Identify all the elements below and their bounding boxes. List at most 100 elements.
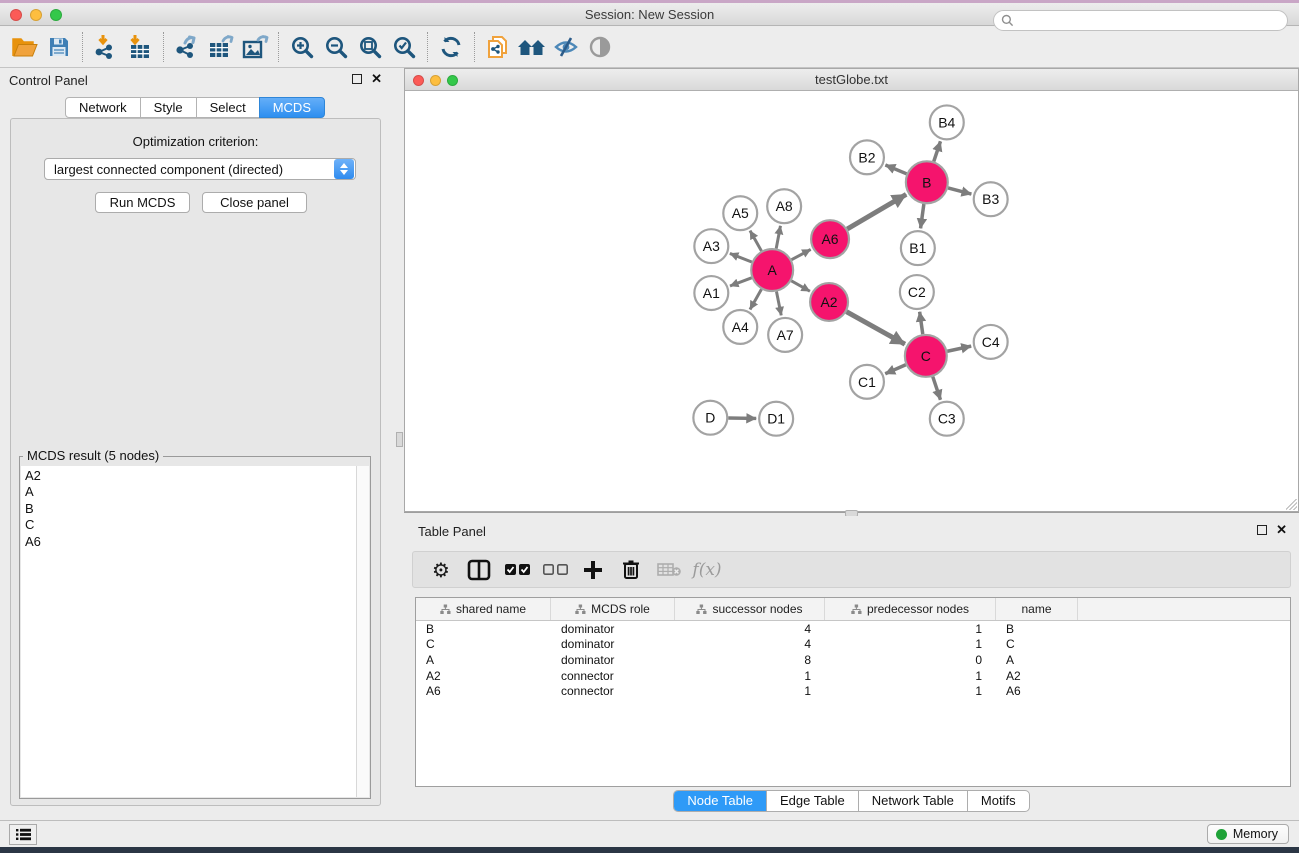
tab-motifs[interactable]: Motifs [967, 791, 1029, 811]
optimization-criterion-select[interactable]: largest connected component (directed) [44, 158, 356, 180]
tab-select[interactable]: Select [196, 97, 260, 118]
table-cell[interactable]: A6 [416, 684, 551, 698]
import-network-button[interactable] [89, 31, 123, 63]
graph-edge-B-B3[interactable] [948, 188, 971, 194]
graph-node-B[interactable]: B [906, 161, 948, 203]
tab-edge-table[interactable]: Edge Table [766, 791, 858, 811]
graph-node-C3[interactable]: C3 [930, 402, 964, 436]
export-network-button[interactable] [170, 31, 204, 63]
column-header-name[interactable]: name [996, 598, 1078, 620]
first-neighbors-button[interactable] [515, 31, 549, 63]
open-file-button[interactable] [8, 31, 42, 63]
table-cell[interactable]: 1 [675, 684, 825, 698]
show-all-button[interactable] [583, 31, 617, 63]
search-box[interactable] [993, 10, 1288, 31]
tab-style[interactable]: Style [140, 97, 197, 118]
save-session-button[interactable] [42, 31, 76, 63]
delete-column-button[interactable] [619, 557, 643, 583]
table-cell[interactable]: 4 [675, 637, 825, 651]
graph-node-B2[interactable]: B2 [850, 140, 884, 174]
graph-node-B4[interactable]: B4 [930, 105, 964, 139]
graph-edge-A2-C[interactable] [846, 312, 904, 345]
network-canvas[interactable]: B4B2BB3A8A5A6A3B1AA1C2A2A4A7C4CC1C3DD1 [405, 91, 1298, 511]
table-cell[interactable]: C [416, 637, 551, 651]
table-cell[interactable]: A [996, 653, 1078, 667]
tab-network[interactable]: Network [65, 97, 141, 118]
new-network-from-selection-button[interactable] [481, 31, 515, 63]
graph-edge-A-A5[interactable] [750, 231, 761, 251]
table-cell[interactable]: 4 [675, 622, 825, 636]
window-resize-grip[interactable] [1286, 499, 1297, 510]
graph-edge-A-A1[interactable] [730, 278, 752, 286]
refresh-button[interactable] [434, 31, 468, 63]
column-header-predecessor-nodes[interactable]: predecessor nodes [825, 598, 996, 620]
mcds-result-item[interactable]: A [25, 484, 356, 500]
mcds-result-scrollbar[interactable] [356, 466, 369, 797]
table-cell[interactable]: 1 [825, 684, 996, 698]
zoom-fit-button[interactable] [353, 31, 387, 63]
graph-edge-A-A3[interactable] [730, 253, 752, 262]
deselect-all-button[interactable] [543, 557, 567, 583]
graph-node-A[interactable]: A [751, 249, 793, 291]
graph-node-C4[interactable]: C4 [974, 325, 1008, 359]
mcds-result-item[interactable]: A6 [25, 534, 356, 550]
vertical-splitter-handle[interactable] [396, 432, 403, 447]
tab-mcds[interactable]: MCDS [259, 97, 325, 118]
table-cell[interactable]: 1 [675, 669, 825, 683]
table-cell[interactable]: 8 [675, 653, 825, 667]
graph-edge-C-C2[interactable] [920, 312, 923, 334]
table-cell[interactable]: A6 [996, 684, 1078, 698]
close-panel-icon[interactable]: ✕ [371, 74, 382, 84]
search-input[interactable] [1014, 12, 1287, 29]
column-header-successor-nodes[interactable]: successor nodes [675, 598, 825, 620]
column-header-MCDS-role[interactable]: MCDS role [551, 598, 675, 620]
table-cell[interactable]: A2 [416, 669, 551, 683]
memory-button[interactable]: Memory [1207, 824, 1289, 844]
table-cell[interactable]: 0 [825, 653, 996, 667]
table-cell[interactable]: A [416, 653, 551, 667]
graph-node-C1[interactable]: C1 [850, 365, 884, 399]
graph-node-D[interactable]: D [693, 401, 727, 435]
table-cell[interactable]: B [996, 622, 1078, 636]
graph-edge-A-A6[interactable] [792, 249, 811, 259]
table-cell[interactable]: A2 [996, 669, 1078, 683]
graph-edge-B-B2[interactable] [885, 165, 906, 174]
graph-node-A5[interactable]: A5 [723, 196, 757, 230]
mcds-result-item[interactable]: C [25, 517, 356, 533]
table-cell[interactable]: dominator [551, 653, 675, 667]
graph-node-D1[interactable]: D1 [759, 402, 793, 436]
close-panel-button[interactable]: Close panel [202, 192, 307, 213]
table-cell[interactable]: 1 [825, 637, 996, 651]
graph-node-C[interactable]: C [905, 335, 947, 377]
graph-edge-C-C4[interactable] [947, 346, 971, 351]
graph-edge-A-A4[interactable] [750, 289, 761, 309]
table-cell[interactable]: dominator [551, 637, 675, 651]
graph-node-C2[interactable]: C2 [900, 275, 934, 309]
table-cell[interactable]: connector [551, 684, 675, 698]
graph-edge-A-A7[interactable] [776, 292, 781, 316]
split-view-button[interactable] [467, 557, 491, 583]
graph-node-A4[interactable]: A4 [723, 310, 757, 344]
graph-node-A7[interactable]: A7 [768, 318, 802, 352]
table-cell[interactable]: dominator [551, 622, 675, 636]
graph-node-A2[interactable]: A2 [810, 283, 848, 321]
add-column-button[interactable] [581, 557, 605, 583]
graph-node-B1[interactable]: B1 [901, 231, 935, 265]
select-all-button[interactable] [505, 557, 529, 583]
network-window-titlebar[interactable]: testGlobe.txt [405, 69, 1298, 91]
zoom-out-button[interactable] [319, 31, 353, 63]
mcds-result-item[interactable]: B [25, 501, 356, 517]
graph-edge-A6-B[interactable] [847, 194, 906, 229]
graph-node-A8[interactable]: A8 [767, 189, 801, 223]
graph-node-A6[interactable]: A6 [811, 220, 849, 258]
show-panels-list-button[interactable] [9, 824, 37, 845]
graph-edge-A-A2[interactable] [791, 281, 810, 291]
graph-node-A3[interactable]: A3 [694, 229, 728, 263]
graph-edge-C-C3[interactable] [933, 377, 941, 400]
graph-edge-C-C1[interactable] [885, 365, 906, 374]
table-cell[interactable]: 1 [825, 622, 996, 636]
graph-edge-A-A8[interactable] [776, 226, 780, 249]
export-image-button[interactable] [238, 31, 272, 63]
close-table-panel-icon[interactable]: ✕ [1276, 525, 1287, 535]
export-table-button[interactable] [204, 31, 238, 63]
